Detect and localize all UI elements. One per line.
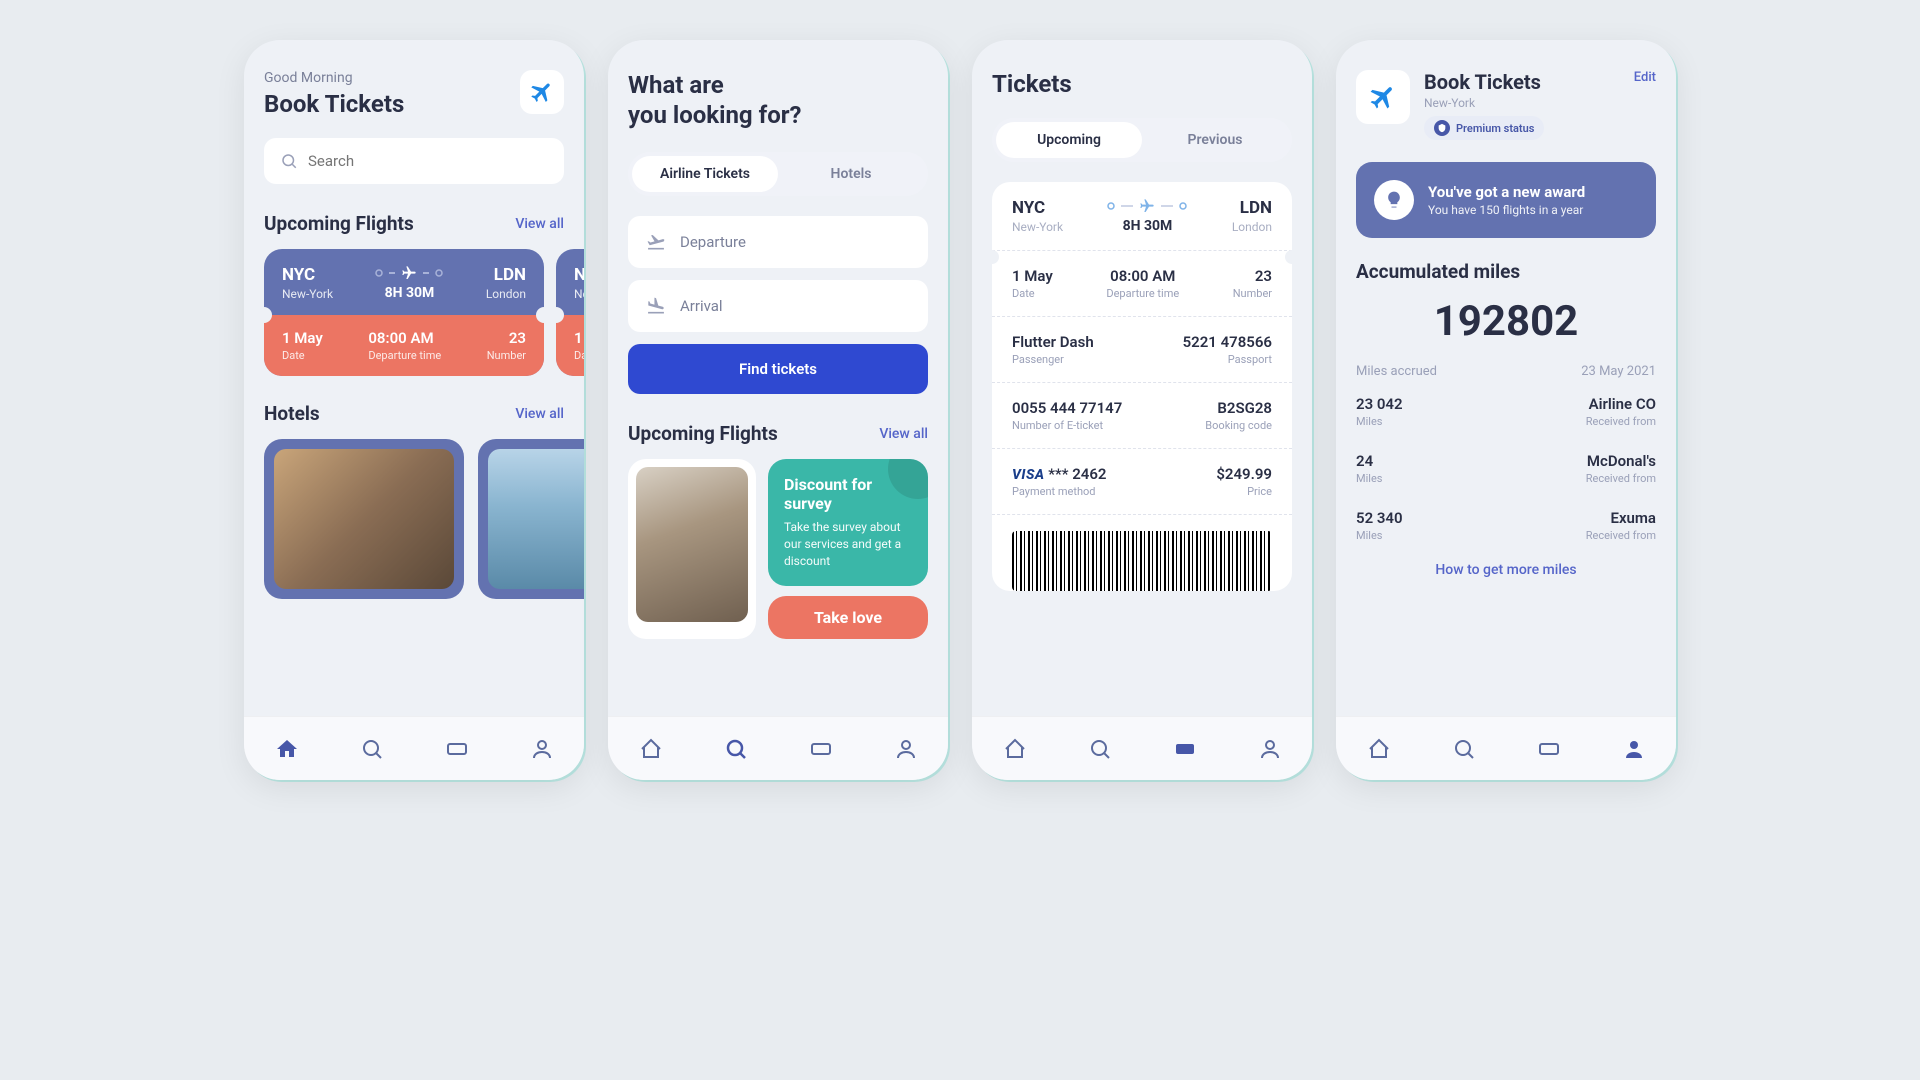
status-badge: Premium status: [1424, 116, 1544, 140]
app-logo: [520, 70, 564, 114]
ticket-icon[interactable]: [1537, 737, 1561, 761]
search-screen: What are you looking for? Airline Ticket…: [608, 40, 948, 780]
landing-icon: [646, 296, 666, 316]
takeoff-icon: [646, 232, 666, 252]
profile-icon[interactable]: [894, 737, 918, 761]
hotel-image: [488, 449, 584, 589]
survey-promo-card[interactable]: Discount for survey Take the survey abou…: [768, 459, 928, 586]
cabin-image: [636, 467, 748, 622]
bottom-nav: [244, 716, 584, 780]
miles-row: 24Miles McDonal'sReceived from: [1356, 440, 1656, 497]
upcoming-flights-title: Upcoming Flights: [628, 422, 778, 445]
ticket-icon[interactable]: [1173, 737, 1197, 761]
departure-input[interactable]: Departure: [628, 216, 928, 268]
profile-screen: Book Tickets New-York Premium status Edi…: [1336, 40, 1676, 780]
search-icon: [280, 152, 298, 170]
view-all-link[interactable]: View all: [879, 426, 928, 442]
flight-card[interactable]: NYCNew-York 1 MayDate: [556, 249, 584, 376]
find-tickets-button[interactable]: Find tickets: [628, 344, 928, 394]
miles-title: Accumulated miles: [1356, 260, 1656, 283]
page-heading: What are you looking for?: [628, 70, 928, 130]
lightbulb-icon: [1374, 180, 1414, 220]
search-icon[interactable]: [1452, 737, 1476, 761]
search-icon[interactable]: [1088, 737, 1112, 761]
take-love-card[interactable]: Take love: [768, 596, 928, 639]
profile-icon[interactable]: [1258, 737, 1282, 761]
plane-route-icon: [375, 265, 443, 281]
visa-icon: VISA: [1012, 467, 1045, 483]
award-banner[interactable]: You've got a new award You have 150 flig…: [1356, 162, 1656, 238]
ticket-card: NYCNew-York 8H 30M LDNLondon 1 MayDate 0…: [992, 182, 1292, 591]
profile-icon[interactable]: [530, 737, 554, 761]
miles-row: 52 340Miles ExumaReceived from: [1356, 497, 1656, 554]
search-icon[interactable]: [360, 737, 384, 761]
search-input[interactable]: [264, 138, 564, 184]
ticket-tabs: Upcoming Previous: [992, 118, 1292, 162]
hotel-image: [274, 449, 454, 589]
view-all-hotels[interactable]: View all: [515, 406, 564, 422]
flight-card[interactable]: NYCNew-York 8H 30M LDNLondon: [264, 249, 544, 376]
ticket-icon[interactable]: [445, 737, 469, 761]
profile-name: Book Tickets: [1424, 70, 1620, 94]
profile-location: New-York: [1424, 96, 1620, 110]
home-icon[interactable]: [1367, 737, 1391, 761]
miles-total: 192802: [1356, 297, 1656, 346]
tab-previous[interactable]: Previous: [1142, 122, 1288, 158]
home-screen: Good Morning Book Tickets Upcoming Fligh…: [244, 40, 584, 780]
hotel-card[interactable]: [264, 439, 464, 599]
greeting: Good Morning: [264, 70, 404, 86]
ticket-icon[interactable]: [809, 737, 833, 761]
page-title: Tickets: [992, 70, 1292, 98]
shield-icon: [1434, 120, 1450, 136]
avatar: [1356, 70, 1410, 124]
home-icon[interactable]: [639, 737, 663, 761]
profile-icon[interactable]: [1622, 737, 1646, 761]
promo-image-card[interactable]: [628, 459, 756, 639]
plane-route-icon: [1107, 198, 1187, 214]
barcode: [1012, 531, 1272, 591]
view-all-flights[interactable]: View all: [515, 216, 564, 232]
tickets-screen: Tickets Upcoming Previous NYCNew-York 8H…: [972, 40, 1312, 780]
miles-row: 23 042Miles Airline COReceived from: [1356, 383, 1656, 440]
tab-upcoming[interactable]: Upcoming: [996, 122, 1142, 158]
home-icon[interactable]: [1003, 737, 1027, 761]
hotel-card[interactable]: [478, 439, 584, 599]
arrival-input[interactable]: Arrival: [628, 280, 928, 332]
tab-airline[interactable]: Airline Tickets: [632, 156, 778, 192]
more-miles-link[interactable]: How to get more miles: [1356, 562, 1656, 578]
page-title: Book Tickets: [264, 90, 404, 118]
home-icon[interactable]: [275, 737, 299, 761]
upcoming-flights-title: Upcoming Flights: [264, 212, 414, 235]
hotels-title: Hotels: [264, 402, 320, 425]
type-segmented-control: Airline Tickets Hotels: [628, 152, 928, 196]
tab-hotels[interactable]: Hotels: [778, 156, 924, 192]
search-icon[interactable]: [724, 737, 748, 761]
edit-button[interactable]: Edit: [1634, 70, 1656, 85]
